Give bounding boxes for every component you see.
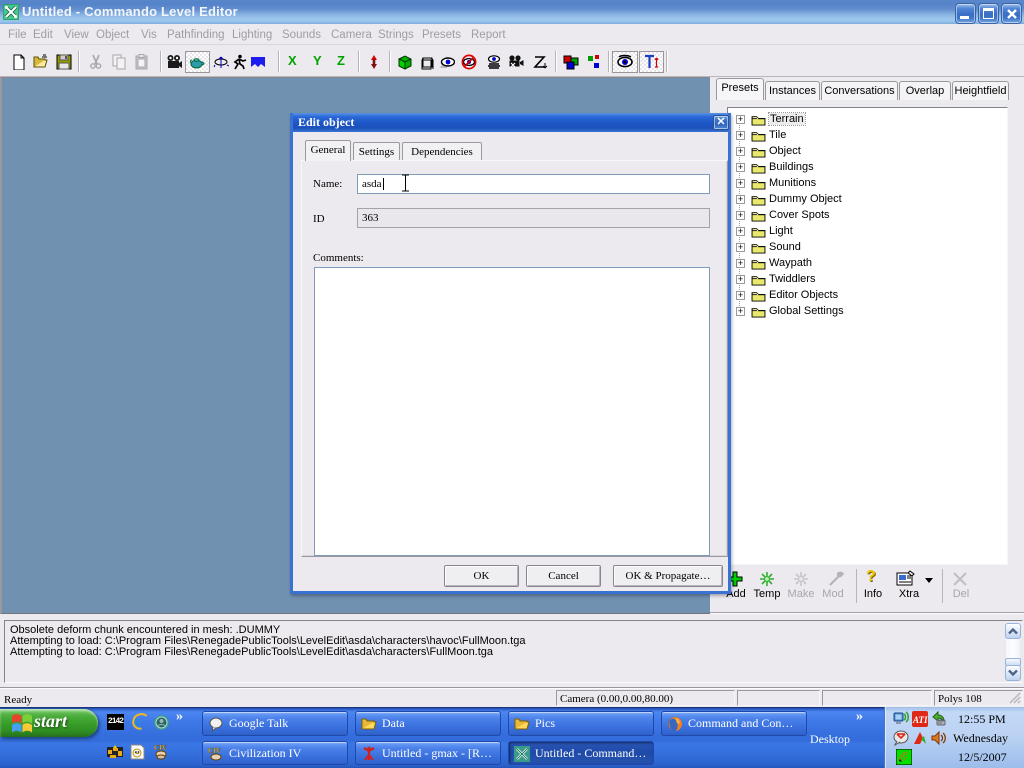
svg-text:ATI: ATI	[912, 715, 928, 725]
